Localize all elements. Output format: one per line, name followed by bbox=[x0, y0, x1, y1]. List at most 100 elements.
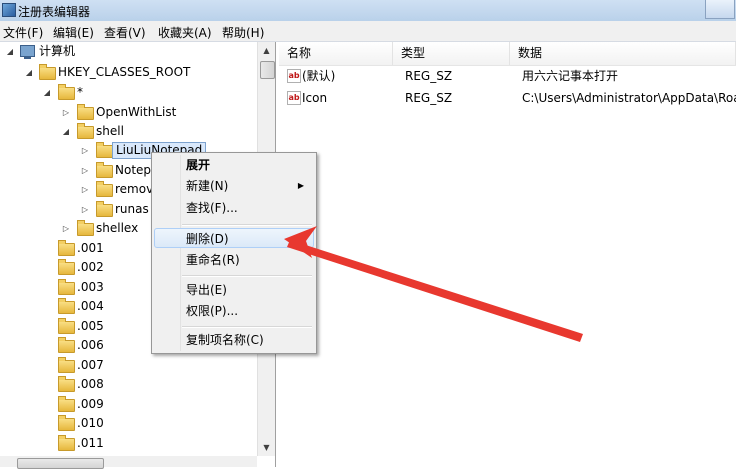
menu-item-label: 展开 bbox=[186, 158, 211, 172]
string-value-icon: ab bbox=[287, 69, 301, 83]
folder-icon bbox=[96, 201, 113, 217]
menu-item-export[interactable]: 导出(E) bbox=[154, 280, 314, 300]
tree-item-extension[interactable]: .009 bbox=[0, 395, 256, 414]
folder-icon bbox=[96, 142, 113, 158]
value-name: (默认) bbox=[302, 69, 336, 83]
scroll-thumb[interactable] bbox=[260, 61, 275, 79]
value-row-default[interactable]: ab (默认) REG_SZ 用六六记事本打开 bbox=[279, 66, 736, 86]
menu-item-label: 查找(F)... bbox=[186, 201, 238, 215]
menu-separator bbox=[182, 224, 312, 226]
tree-item-label: OpenWithList bbox=[96, 105, 177, 119]
menu-item-delete[interactable]: 删除(D) bbox=[154, 228, 314, 248]
tree-item-label: .003 bbox=[77, 280, 104, 294]
menu-bar: 文件(F) 编辑(E) 查看(V) 收藏夹(A) 帮助(H) bbox=[0, 21, 736, 42]
menu-separator bbox=[182, 275, 312, 277]
tree-item-label: * bbox=[77, 85, 83, 99]
registry-editor-icon bbox=[2, 3, 16, 17]
tree-item-star[interactable]: ◢ * bbox=[0, 83, 256, 102]
value-type: REG_SZ bbox=[405, 69, 453, 83]
column-header-type[interactable]: 类型 bbox=[393, 42, 510, 65]
value-name: Icon bbox=[302, 91, 328, 105]
expand-arrow-icon[interactable]: ▷ bbox=[80, 200, 90, 219]
tree-item-label: .011 bbox=[77, 436, 104, 450]
folder-icon bbox=[77, 220, 94, 236]
menu-edit[interactable]: 编辑(E) bbox=[53, 24, 94, 41]
menu-item-find[interactable]: 查找(F)... bbox=[154, 198, 314, 218]
string-value-icon: ab bbox=[287, 91, 301, 105]
tree-item-hkcr[interactable]: ◢ HKEY_CLASSES_ROOT bbox=[0, 63, 256, 82]
expand-arrow-icon[interactable]: ▷ bbox=[80, 161, 90, 180]
context-menu: 展开 新建(N) ▶ 查找(F)... 删除(D) 重命名(R) 导出(E) 权… bbox=[151, 152, 317, 354]
column-header-data[interactable]: 数据 bbox=[510, 42, 736, 65]
tree-item-label: HKEY_CLASSES_ROOT bbox=[58, 65, 191, 79]
close-button[interactable] bbox=[705, 0, 735, 19]
collapse-arrow-icon[interactable]: ◢ bbox=[61, 122, 71, 141]
folder-icon bbox=[58, 415, 75, 431]
tree-item-label: remov bbox=[115, 182, 154, 196]
tree-item-label: runas bbox=[115, 202, 149, 216]
tree-item-label: 计算机 bbox=[39, 44, 76, 58]
title-bar: 注册表编辑器 bbox=[0, 0, 736, 21]
menu-favorites[interactable]: 收藏夹(A) bbox=[158, 24, 212, 41]
tree-item-computer[interactable]: ◢ 计算机 bbox=[0, 42, 256, 61]
folder-icon bbox=[77, 123, 94, 139]
menu-item-permissions[interactable]: 权限(P)... bbox=[154, 301, 314, 321]
folder-icon bbox=[58, 337, 75, 353]
menu-view[interactable]: 查看(V) bbox=[104, 24, 146, 41]
tree-item-extension[interactable]: .010 bbox=[0, 414, 256, 433]
folder-icon bbox=[96, 181, 113, 197]
menu-item-new[interactable]: 新建(N) ▶ bbox=[154, 176, 314, 196]
folder-icon bbox=[58, 84, 75, 100]
scroll-down-icon[interactable]: ▼ bbox=[258, 439, 275, 456]
value-data: 用六六记事本打开 bbox=[522, 69, 619, 83]
menu-item-rename[interactable]: 重命名(R) bbox=[154, 250, 314, 270]
tree-item-openwithlist[interactable]: ▷ OpenWithList bbox=[0, 103, 256, 122]
tree-item-extension[interactable]: .007 bbox=[0, 356, 256, 375]
folder-icon bbox=[58, 298, 75, 314]
menu-item-label: 重命名(R) bbox=[186, 253, 240, 267]
menu-item-label: 复制项名称(C) bbox=[186, 333, 264, 347]
folder-icon bbox=[58, 318, 75, 334]
tree-item-shell[interactable]: ◢ shell bbox=[0, 122, 256, 141]
tree-horizontal-scrollbar[interactable] bbox=[0, 456, 257, 469]
folder-icon bbox=[58, 435, 75, 451]
expand-arrow-icon[interactable]: ▷ bbox=[61, 219, 71, 238]
tree-item-label: .008 bbox=[77, 377, 104, 391]
scroll-thumb[interactable] bbox=[17, 458, 104, 469]
menu-item-copy-key-name[interactable]: 复制项名称(C) bbox=[154, 330, 314, 350]
menu-file[interactable]: 文件(F) bbox=[3, 24, 43, 41]
tree-item-label: .004 bbox=[77, 299, 104, 313]
collapse-arrow-icon[interactable]: ◢ bbox=[42, 83, 52, 102]
value-row-icon[interactable]: ab Icon REG_SZ C:\Users\Administrator\Ap… bbox=[279, 88, 736, 108]
tree-item-label: .001 bbox=[77, 241, 104, 255]
column-header-name[interactable]: 名称 bbox=[279, 42, 393, 65]
submenu-arrow-icon: ▶ bbox=[297, 181, 304, 190]
tree-item-label: .009 bbox=[77, 397, 104, 411]
folder-icon bbox=[96, 162, 113, 178]
folder-icon bbox=[58, 396, 75, 412]
folder-icon bbox=[58, 259, 75, 275]
expand-arrow-icon[interactable]: ▷ bbox=[61, 103, 71, 122]
value-type: REG_SZ bbox=[405, 91, 453, 105]
tree-item-label: shell bbox=[96, 124, 124, 138]
folder-icon bbox=[58, 240, 75, 256]
menu-item-label: 权限(P)... bbox=[186, 304, 239, 318]
folder-icon bbox=[77, 104, 94, 120]
menu-item-label: 删除(D) bbox=[186, 232, 229, 246]
value-data: C:\Users\Administrator\AppData\Roa bbox=[522, 91, 736, 105]
expand-arrow-icon[interactable]: ▷ bbox=[80, 180, 90, 199]
tree-item-label: shellex bbox=[96, 221, 139, 235]
collapse-arrow-icon[interactable]: ◢ bbox=[5, 42, 15, 61]
computer-icon bbox=[20, 45, 35, 59]
values-list-pane: 名称 类型 数据 ab (默认) REG_SZ 用六六记事本打开 ab Icon… bbox=[279, 42, 736, 467]
menu-item-expand[interactable]: 展开 bbox=[154, 155, 314, 175]
tree-item-extension[interactable]: .008 bbox=[0, 375, 256, 394]
tree-item-label: Notep bbox=[115, 163, 152, 177]
collapse-arrow-icon[interactable]: ◢ bbox=[24, 63, 34, 82]
tree-item-label: .007 bbox=[77, 358, 104, 372]
scroll-up-icon[interactable]: ▲ bbox=[258, 42, 275, 59]
expand-arrow-icon[interactable]: ▷ bbox=[80, 141, 90, 160]
tree-item-extension[interactable]: .011 bbox=[0, 434, 256, 453]
menu-help[interactable]: 帮助(H) bbox=[222, 24, 264, 41]
tree-item-label: .010 bbox=[77, 416, 104, 430]
